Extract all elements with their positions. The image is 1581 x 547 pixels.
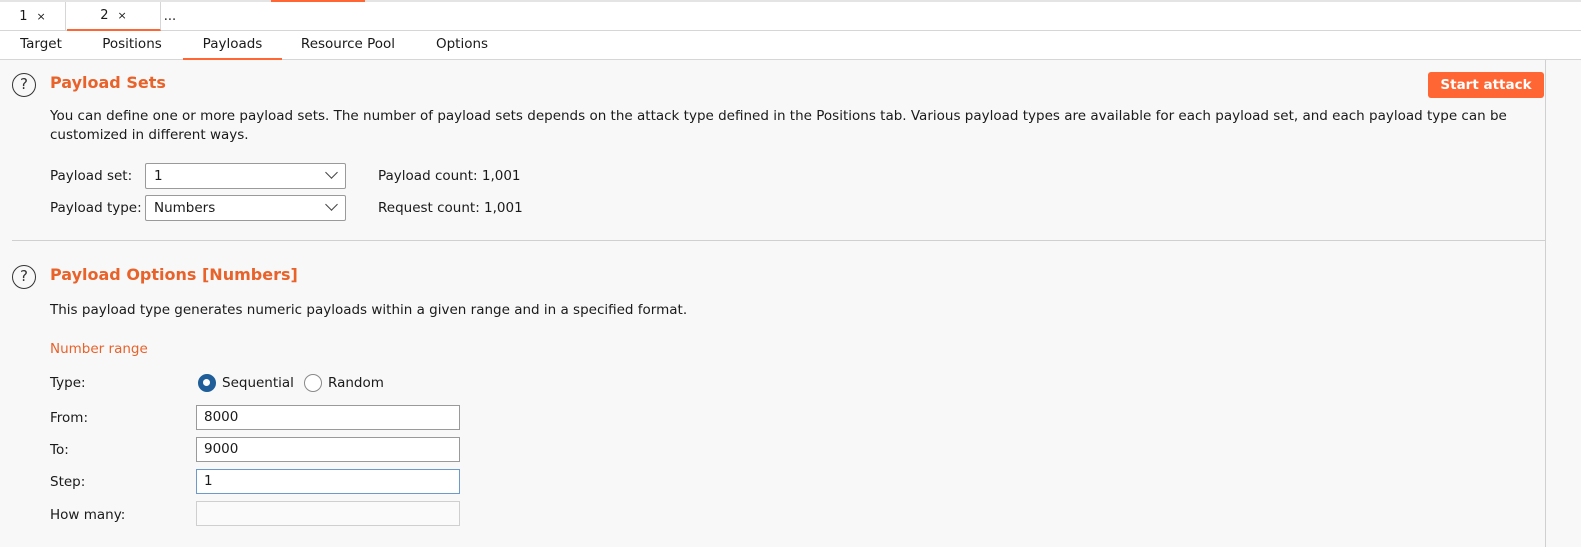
tab-payloads[interactable]: Payloads [183, 31, 282, 60]
payload-set-select[interactable]: 1 [145, 163, 346, 189]
random-radio[interactable] [304, 374, 322, 392]
payload-set-label: Payload set: [50, 168, 133, 184]
random-label[interactable]: Random [328, 373, 384, 393]
request-tab-1[interactable]: 1 × [0, 2, 66, 31]
payload-sets-description-line1: You can define one or more payload sets.… [50, 108, 1507, 124]
payload-type-value: Numbers [154, 200, 216, 216]
step-label: Step: [50, 474, 86, 490]
tab-resource-pool[interactable]: Resource Pool [282, 31, 414, 60]
tab-strip-border [0, 0, 1581, 2]
request-tab-label: 2 [100, 8, 109, 23]
start-attack-button[interactable]: Start attack [1428, 72, 1544, 98]
payload-count: Payload count: 1,001 [378, 168, 521, 184]
request-count: Request count: 1,001 [378, 200, 523, 216]
how-many-input[interactable] [196, 501, 460, 526]
from-label: From: [50, 410, 88, 426]
close-icon[interactable]: × [118, 9, 127, 22]
sequential-label[interactable]: Sequential [222, 373, 294, 393]
request-tab-strip: 1 × 2 × ... [0, 0, 1581, 31]
to-label: To: [50, 442, 69, 458]
request-tab-2[interactable]: 2 × [67, 2, 161, 31]
payload-sets-title: Payload Sets [50, 73, 166, 92]
sequential-radio[interactable] [198, 374, 216, 392]
payload-set-value: 1 [154, 168, 163, 184]
to-input[interactable]: 9000 [196, 437, 460, 462]
section-divider [12, 240, 1545, 241]
help-icon[interactable]: ? [12, 73, 36, 97]
tab-strip-accent [271, 0, 365, 2]
intruder-subtabs: Target Positions Payloads Resource Pool … [0, 31, 1581, 60]
payload-sets-description-line2: customized in different ways. [50, 127, 249, 143]
new-tab-label: ... [163, 9, 177, 24]
tab-target[interactable]: Target [0, 31, 82, 60]
how-many-label: How many: [50, 507, 126, 523]
close-icon[interactable]: × [37, 10, 46, 23]
tab-positions[interactable]: Positions [82, 31, 182, 60]
payload-options-description: This payload type generates numeric payl… [50, 302, 688, 318]
panel-right-border [1545, 60, 1546, 547]
chevron-down-icon [325, 198, 338, 211]
step-input[interactable]: 1 [196, 469, 460, 494]
number-range-heading: Number range [50, 341, 148, 357]
payload-options-title: Payload Options [Numbers] [50, 265, 298, 284]
type-label: Type: [50, 375, 86, 391]
chevron-down-icon [325, 166, 338, 179]
from-input[interactable]: 8000 [196, 405, 460, 430]
payload-type-label: Payload type: [50, 200, 142, 216]
request-tab-label: 1 [19, 9, 28, 24]
tab-options[interactable]: Options [414, 31, 510, 60]
help-icon[interactable]: ? [12, 265, 36, 289]
payload-type-select[interactable]: Numbers [145, 195, 346, 221]
new-tab-button[interactable]: ... [150, 2, 190, 31]
